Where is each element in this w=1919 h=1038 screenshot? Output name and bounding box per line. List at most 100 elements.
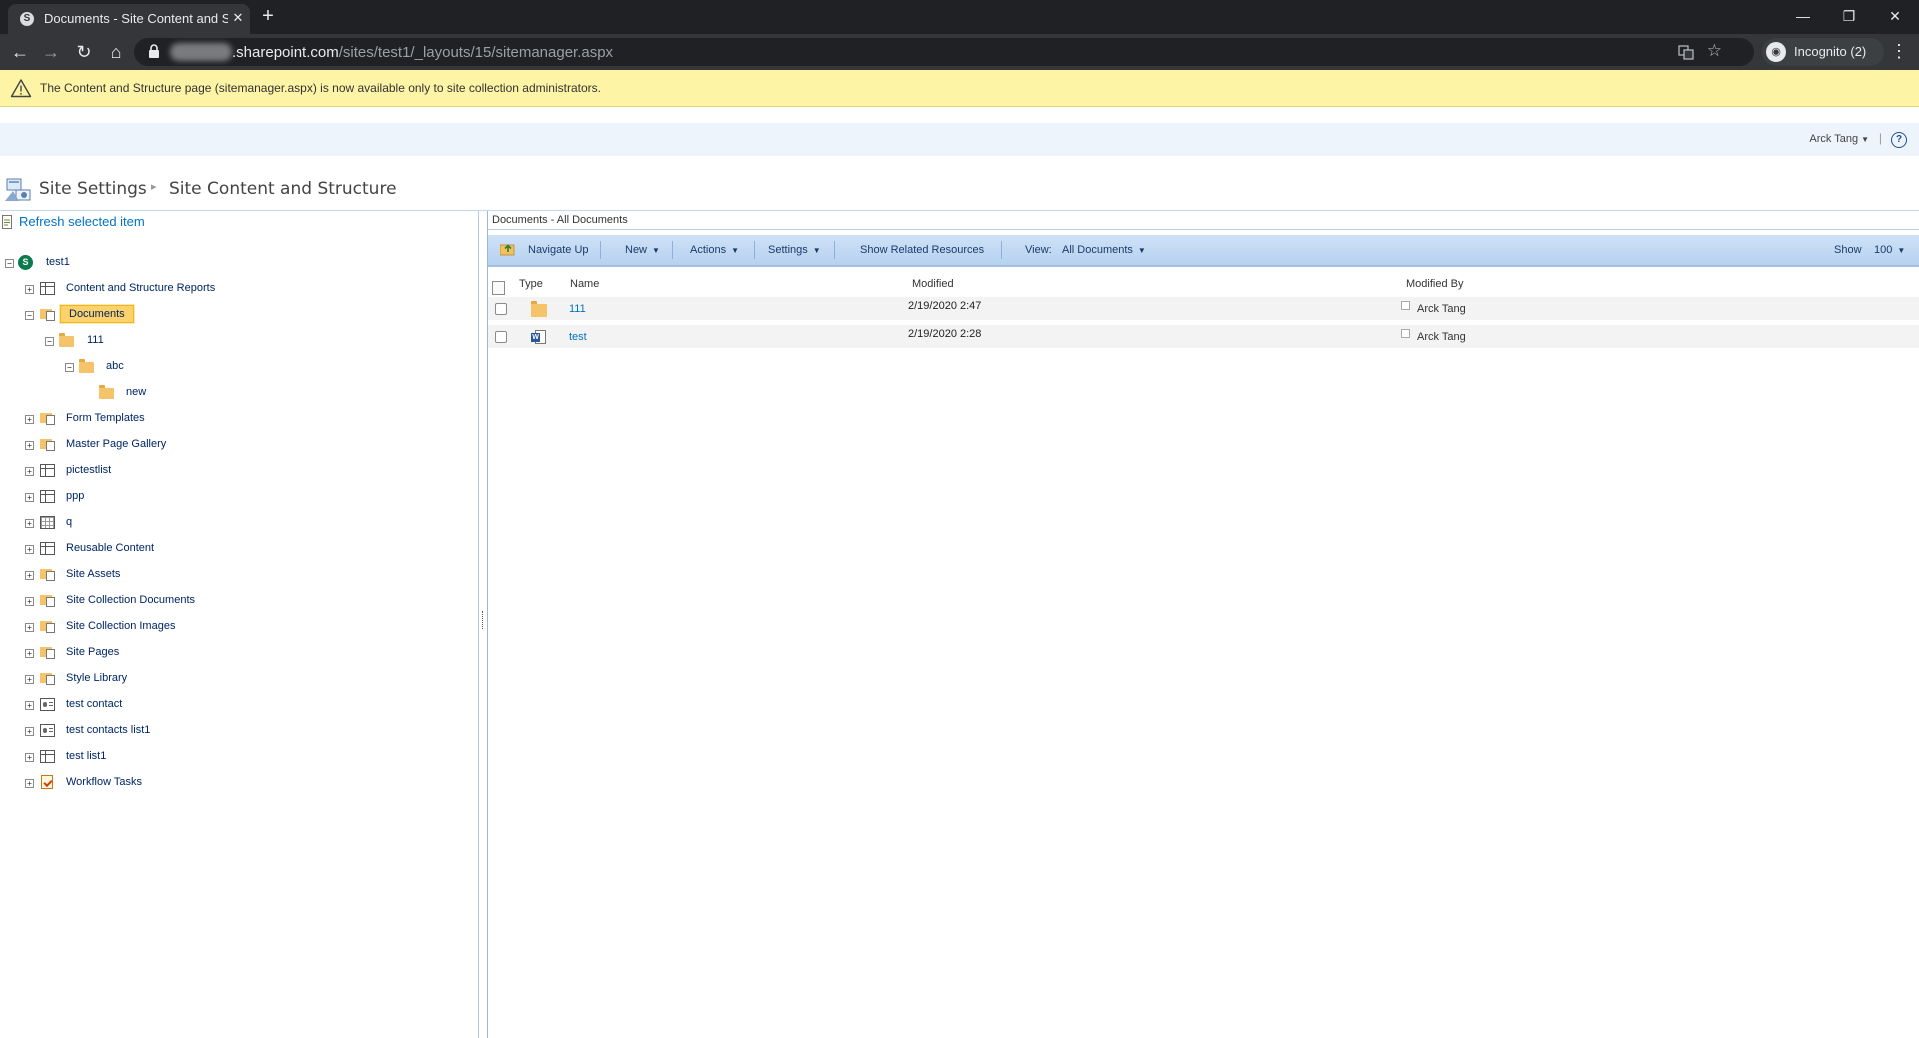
tree-node-label[interactable]: test1 — [46, 256, 70, 268]
expand-toggle-icon[interactable]: + — [25, 623, 34, 632]
expand-toggle-icon[interactable]: + — [25, 467, 34, 476]
restore-window-button[interactable]: ❐ — [1826, 4, 1872, 28]
tree-node-label[interactable]: 111 — [87, 334, 104, 346]
tree-node-q[interactable]: + q — [0, 515, 300, 535]
forward-icon[interactable]: → — [40, 41, 62, 63]
column-header-type[interactable]: Type — [519, 278, 543, 290]
row-checkbox[interactable] — [495, 331, 507, 343]
tree-node-test-contacts-list1[interactable]: + test contacts list1 — [0, 723, 300, 743]
lock-icon[interactable] — [148, 44, 160, 58]
expand-toggle-icon[interactable]: + — [25, 285, 34, 294]
expand-toggle-icon[interactable]: + — [25, 545, 34, 554]
tree-node-folder-111[interactable]: − 111 — [0, 333, 300, 353]
tree-node-ppp[interactable]: + ppp — [0, 489, 300, 509]
collapse-toggle-icon[interactable]: − — [45, 337, 54, 346]
tree-node-site-pages[interactable]: + Site Pages — [0, 645, 300, 665]
browser-tab[interactable]: S Documents - Site Content and Structure… — [8, 4, 250, 34]
tree-node-test-contact[interactable]: + test contact — [0, 697, 300, 717]
expand-toggle-icon[interactable]: + — [25, 649, 34, 658]
tree-node-label[interactable]: Site Pages — [66, 646, 119, 658]
tree-node-content-and-structure-reports[interactable]: + Content and Structure Reports — [0, 281, 300, 301]
refresh-icon[interactable] — [2, 215, 12, 229]
user-menu[interactable]: Arck Tang ▼ — [1809, 133, 1869, 145]
tree-node-site-collection-images[interactable]: + Site Collection Images — [0, 619, 300, 639]
collapse-toggle-icon[interactable]: − — [25, 311, 34, 320]
tree-node-reusable-content[interactable]: + Reusable Content — [0, 541, 300, 561]
tree-node-label[interactable]: Reusable Content — [66, 542, 154, 554]
tree-node-label[interactable]: test contacts list1 — [66, 724, 150, 736]
refresh-selected-item-link[interactable]: Refresh selected item — [19, 214, 145, 229]
tree-node-label[interactable]: pictestlist — [66, 464, 111, 476]
tree-node-label[interactable]: new — [126, 386, 146, 398]
tree-node-documents[interactable]: − Documents — [0, 305, 300, 327]
tree-node-pictestlist[interactable]: + pictestlist — [0, 463, 300, 483]
tree-node-test1[interactable]: − S test1 — [0, 255, 200, 275]
expand-toggle-icon[interactable]: + — [25, 753, 34, 762]
table-row[interactable]: 111 2/19/2020 2:47 Arck Tang — [488, 297, 1919, 320]
tree-node-label[interactable]: Master Page Gallery — [66, 438, 166, 450]
navigate-up-button[interactable]: Navigate Up — [528, 244, 589, 256]
tree-node-label[interactable]: Workflow Tasks — [66, 776, 142, 788]
splitter-grip-icon[interactable] — [482, 611, 485, 629]
tree-node-master-page-gallery[interactable]: + Master Page Gallery — [0, 437, 300, 457]
expand-toggle-icon[interactable]: + — [25, 441, 34, 450]
expand-toggle-icon[interactable]: + — [25, 493, 34, 502]
tree-node-label-selected[interactable]: Documents — [60, 305, 134, 323]
expand-toggle-icon[interactable]: + — [25, 779, 34, 788]
reload-icon[interactable]: ↻ — [73, 41, 95, 63]
tree-node-label[interactable]: ppp — [66, 490, 84, 502]
expand-toggle-icon[interactable]: + — [25, 597, 34, 606]
tree-node-form-templates[interactable]: + Form Templates — [0, 411, 300, 431]
expand-toggle-icon[interactable]: + — [25, 415, 34, 424]
close-window-button[interactable]: ✕ — [1872, 4, 1918, 28]
page-size-selector[interactable]: 100 ▼ — [1874, 244, 1905, 256]
home-icon[interactable]: ⌂ — [105, 41, 127, 63]
settings-menu-button[interactable]: Settings ▼ — [768, 244, 821, 256]
actions-menu-button[interactable]: Actions ▼ — [690, 244, 739, 256]
tree-node-label[interactable]: Style Library — [66, 672, 127, 684]
row-modified-by[interactable]: Arck Tang — [1417, 331, 1466, 343]
help-icon[interactable]: ? — [1891, 132, 1907, 148]
bookmark-star-icon[interactable]: ☆ — [1707, 41, 1722, 61]
tree-node-workflow-tasks[interactable]: + Workflow Tasks — [0, 775, 300, 795]
collapse-toggle-icon[interactable]: − — [5, 259, 14, 268]
row-name-link[interactable]: test — [569, 331, 587, 343]
pane-splitter[interactable] — [478, 211, 488, 1038]
translate-icon[interactable] — [1678, 44, 1694, 60]
tree-node-label[interactable]: Site Collection Images — [66, 620, 175, 632]
tree-node-style-library[interactable]: + Style Library — [0, 671, 300, 691]
row-checkbox[interactable] — [495, 303, 507, 315]
column-header-name[interactable]: Name — [570, 278, 599, 290]
tree-node-site-assets[interactable]: + Site Assets — [0, 567, 300, 587]
column-header-modified-by[interactable]: Modified By — [1406, 278, 1463, 290]
tab-close-icon[interactable]: ✕ — [230, 9, 246, 27]
expand-toggle-icon[interactable]: + — [25, 727, 34, 736]
profile-button[interactable]: ◉ Incognito (2) — [1762, 38, 1884, 66]
tree-node-label[interactable]: Site Collection Documents — [66, 594, 195, 606]
tree-node-folder-abc[interactable]: − abc — [0, 359, 300, 379]
expand-toggle-icon[interactable]: + — [25, 701, 34, 710]
breadcrumb-site-settings[interactable]: Site Settings — [39, 179, 147, 199]
collapse-toggle-icon[interactable]: − — [65, 363, 74, 372]
row-name-link[interactable]: 111 — [569, 303, 586, 315]
address-bar[interactable]: .sharepoint.com/sites/test1/_layouts/15/… — [134, 38, 1754, 66]
tree-node-label[interactable]: abc — [106, 360, 124, 372]
navigate-up-icon[interactable] — [500, 242, 516, 256]
column-header-modified[interactable]: Modified — [912, 278, 954, 290]
minimize-window-button[interactable]: — — [1780, 4, 1826, 28]
tree-node-test-list1[interactable]: + test list1 — [0, 749, 300, 769]
select-all-icon[interactable] — [492, 281, 505, 295]
tree-node-label[interactable]: test list1 — [66, 750, 106, 762]
expand-toggle-icon[interactable]: + — [25, 519, 34, 528]
browser-menu-icon[interactable]: ⋮ — [1890, 41, 1908, 62]
expand-toggle-icon[interactable]: + — [25, 675, 34, 684]
tree-node-folder-new[interactable]: new — [0, 385, 300, 405]
tree-node-label[interactable]: Content and Structure Reports — [66, 282, 215, 294]
view-selector[interactable]: All Documents ▼ — [1062, 244, 1146, 256]
show-related-resources-button[interactable]: Show Related Resources — [860, 244, 984, 256]
new-menu-button[interactable]: New ▼ — [625, 244, 660, 256]
tree-node-label[interactable]: test contact — [66, 698, 122, 710]
row-modified-by[interactable]: Arck Tang — [1417, 303, 1466, 315]
expand-toggle-icon[interactable]: + — [25, 571, 34, 580]
tree-node-label[interactable]: q — [66, 516, 72, 528]
